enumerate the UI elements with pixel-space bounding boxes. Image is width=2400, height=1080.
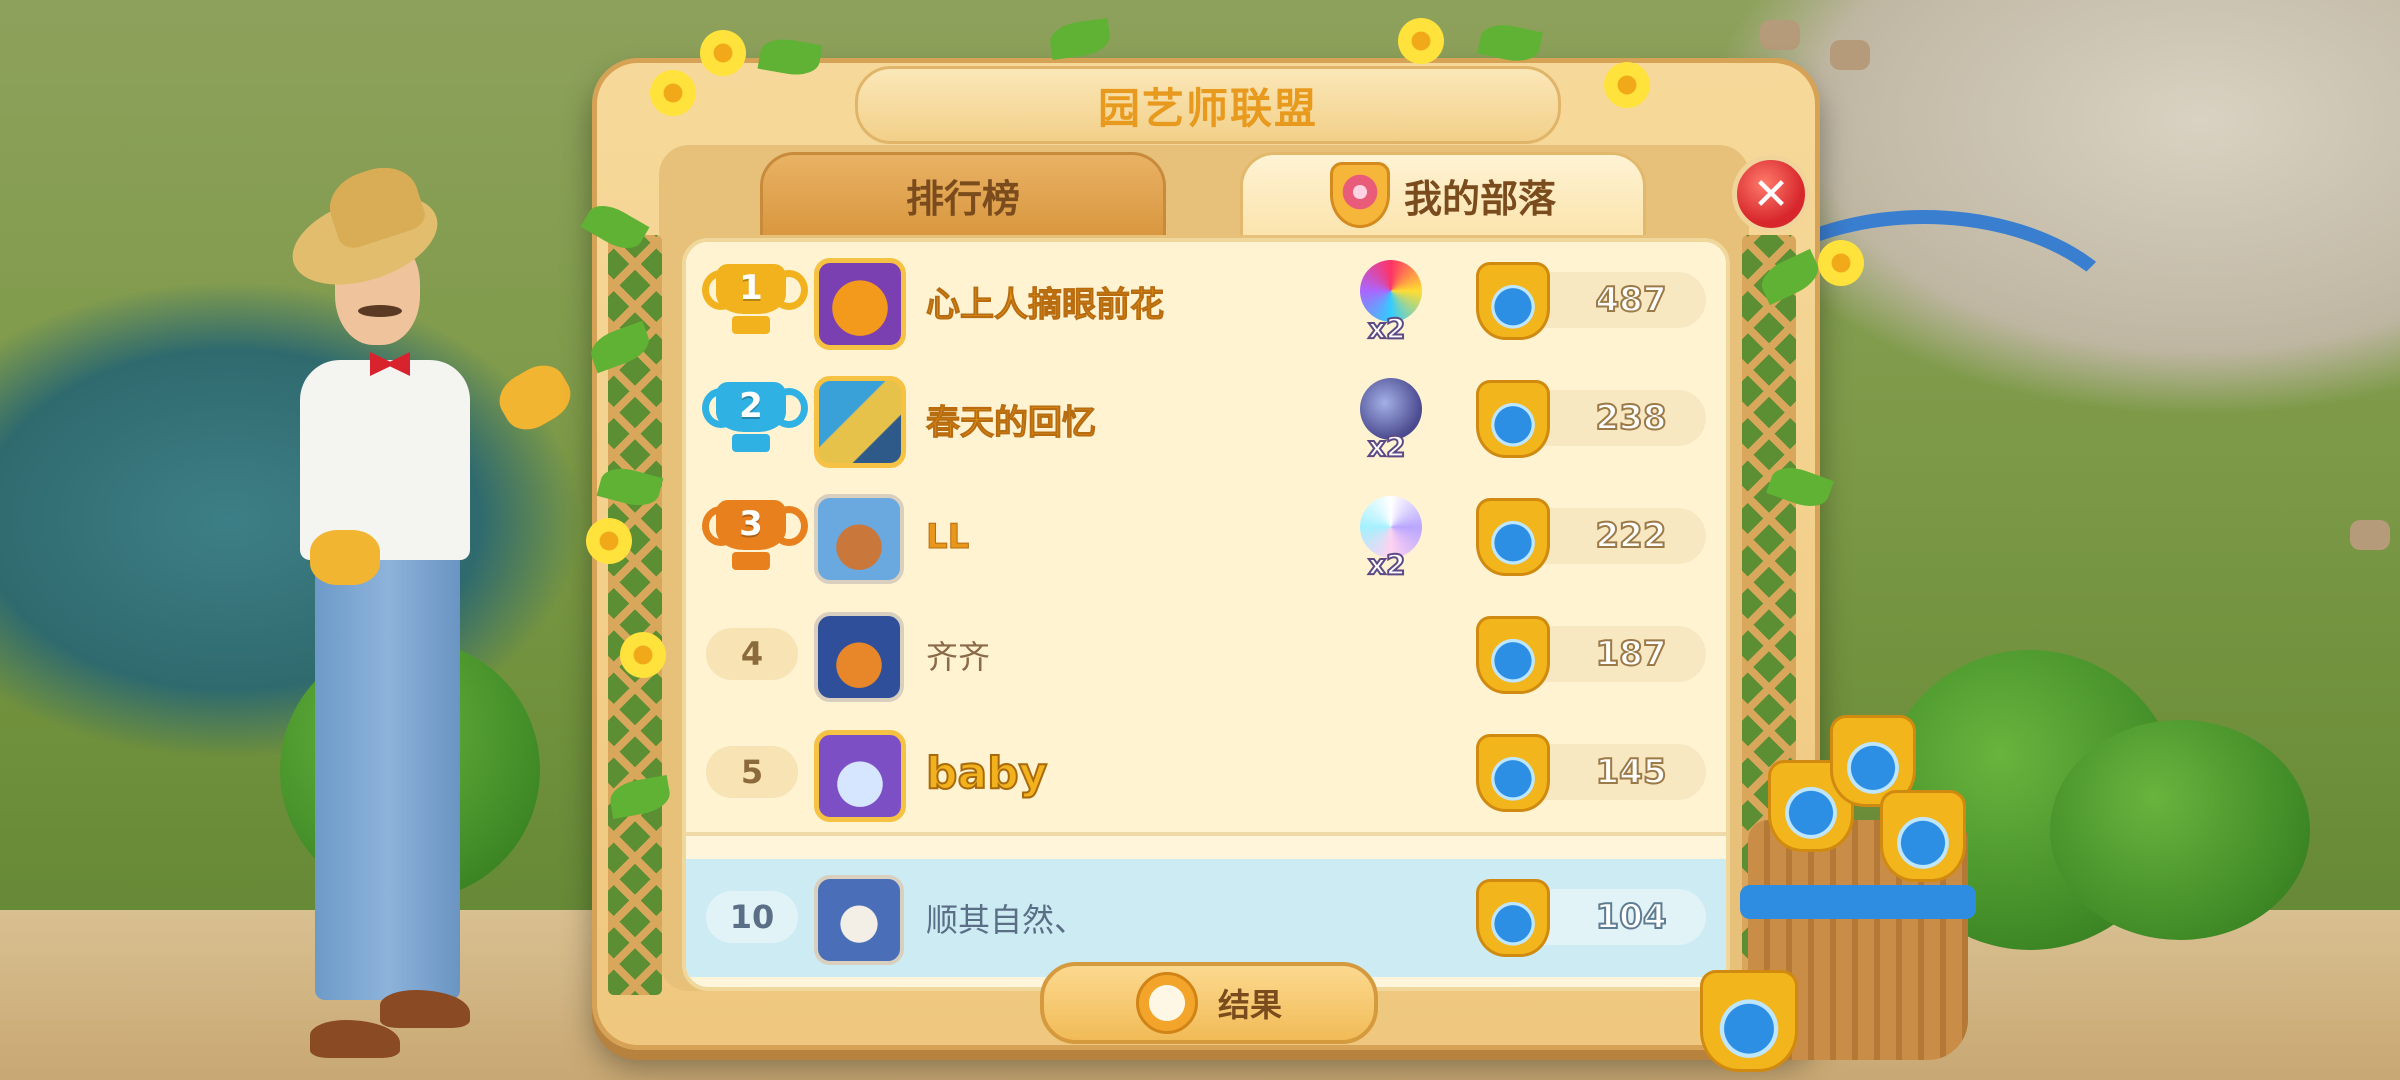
flower-icon <box>650 70 696 116</box>
results-button[interactable]: 结果 <box>1040 962 1378 1044</box>
paving-stone <box>1830 40 1870 70</box>
tab-leaderboard-label: 排行榜 <box>905 176 1020 221</box>
crown-shield-icon <box>1476 262 1550 340</box>
rank-number: 5 <box>706 746 798 798</box>
list-item[interactable]: 3 LL x2 222 <box>686 478 1726 600</box>
results-button-label: 结果 <box>1217 986 1282 1024</box>
paving-stone <box>2350 520 2390 550</box>
bush <box>2050 720 2310 940</box>
reward-badge: x2 <box>1346 254 1436 348</box>
player-name: LL <box>925 517 970 558</box>
flower-icon <box>620 632 666 678</box>
gardener-mustache <box>358 305 402 317</box>
player-name: 春天的回忆 <box>926 402 1097 443</box>
my-rank-row[interactable]: 10 顺其自然、 104 <box>686 859 1726 977</box>
glove-icon <box>490 356 580 439</box>
avatar[interactable] <box>814 730 906 822</box>
crown-shield-icon <box>1476 879 1550 957</box>
close-icon: ✕ <box>1752 168 1790 220</box>
gold-trophy-icon: 1 <box>702 264 808 336</box>
player-name: 顺其自然、 <box>926 901 1087 939</box>
avatar[interactable] <box>814 875 904 965</box>
list-item[interactable]: 1 心上人摘眼前花 x2 487 <box>686 242 1726 364</box>
flower-icon <box>700 30 746 76</box>
score-value: 187 <box>1595 633 1668 675</box>
reward-count: x2 <box>1367 547 1407 582</box>
reward-count: x2 <box>1367 429 1407 464</box>
score-value: 145 <box>1595 751 1668 793</box>
reward-badge: x2 <box>1346 372 1436 466</box>
bronze-trophy-icon: 3 <box>702 500 808 572</box>
flower-icon <box>1398 18 1444 64</box>
list-item[interactable]: 5 baby 145 <box>686 714 1726 836</box>
score-value: 104 <box>1595 896 1668 938</box>
avatar[interactable] <box>814 494 904 584</box>
shield-flower-icon <box>1329 162 1390 228</box>
crown-shield-icon <box>1476 734 1550 812</box>
crown-shield-icon <box>1880 790 1966 882</box>
flower-icon <box>586 518 632 564</box>
rank-number: 1 <box>739 268 763 308</box>
crown-shield-icon <box>1476 380 1550 458</box>
close-button[interactable]: ✕ <box>1732 155 1810 233</box>
paving-stone <box>1760 20 1800 50</box>
avatar[interactable] <box>814 612 904 702</box>
tab-my-tribe-label: 我的部落 <box>1403 176 1556 221</box>
flower-icon <box>1604 62 1650 108</box>
player-name: 齐齐 <box>926 638 991 676</box>
crown-shield-icon <box>1476 498 1550 576</box>
flower-icon <box>1818 240 1864 286</box>
rank-number: 3 <box>739 504 763 544</box>
rank-number: 2 <box>739 386 763 426</box>
score-value: 222 <box>1595 515 1668 557</box>
gardener-shirt <box>300 360 470 560</box>
rank-number: 10 <box>706 891 798 943</box>
tab-my-tribe[interactable]: 我的部落 <box>1240 152 1646 235</box>
page-title: 园艺师联盟 <box>1097 83 1318 133</box>
reward-count: x2 <box>1367 311 1407 346</box>
avatar[interactable] <box>814 376 906 468</box>
rank-number: 4 <box>706 628 798 680</box>
crown-shield-icon <box>1700 970 1798 1072</box>
alarm-clock-icon <box>1135 972 1198 1034</box>
reward-badge: x2 <box>1346 490 1436 584</box>
avatar[interactable] <box>814 258 906 350</box>
list-item[interactable]: 4 齐齐 187 <box>686 596 1726 718</box>
ranking-list[interactable]: 1 心上人摘眼前花 x2 487 2 春天的回忆 x2 238 3 LL x2 … <box>682 238 1730 991</box>
player-name: 心上人摘眼前花 <box>926 284 1165 325</box>
title-plate: 园艺师联盟 <box>855 66 1561 144</box>
tab-leaderboard[interactable]: 排行榜 <box>760 152 1166 235</box>
silver-trophy-icon: 2 <box>702 382 808 454</box>
gardener-character <box>240 140 620 1080</box>
crown-shield-icon <box>1476 616 1550 694</box>
glove-icon <box>310 530 380 585</box>
score-value: 487 <box>1595 279 1668 321</box>
score-value: 238 <box>1595 397 1668 439</box>
player-name: baby <box>925 747 1048 800</box>
list-item[interactable]: 2 春天的回忆 x2 238 <box>686 360 1726 482</box>
ribbon-icon <box>1740 885 1976 919</box>
